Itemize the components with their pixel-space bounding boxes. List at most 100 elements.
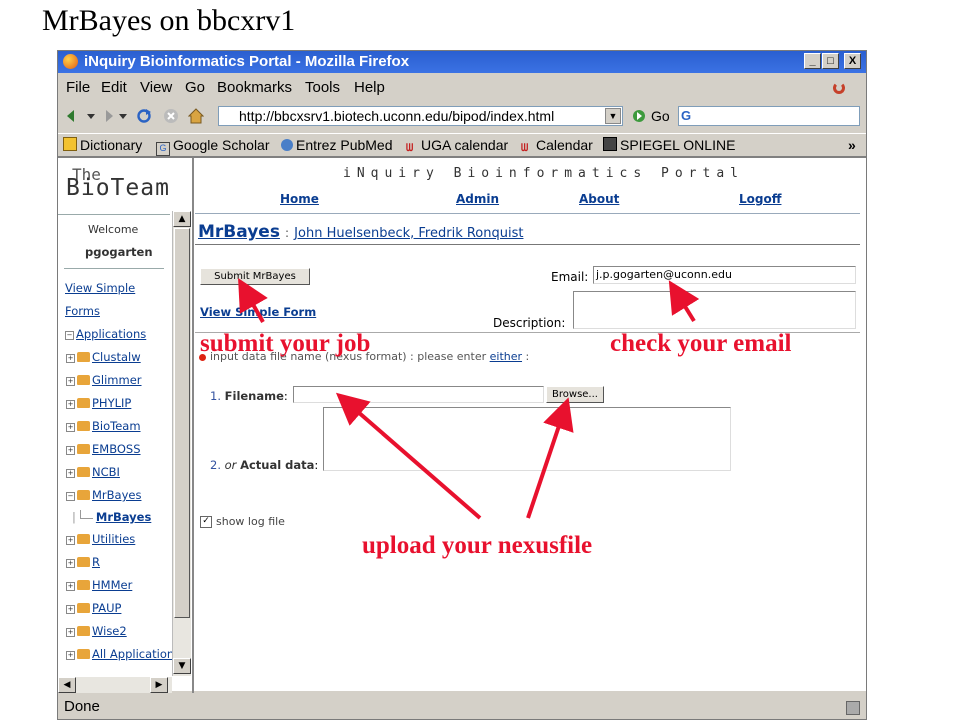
- folder-icon: [77, 557, 90, 567]
- tool-authors[interactable]: John Huelsenbeck, Fredrik Ronquist: [294, 226, 523, 241]
- tree-item-mrbayes[interactable]: − MrBayes: [66, 488, 141, 504]
- view-simple-link[interactable]: View Simple: [65, 281, 135, 295]
- tree-item[interactable]: + NCBI: [66, 465, 120, 481]
- email-field[interactable]: j.p.gogarten@uconn.edu: [593, 266, 856, 284]
- filename-input[interactable]: [293, 386, 544, 403]
- tree-item[interactable]: + Utilities: [66, 532, 135, 548]
- back-dropdown-icon[interactable]: [86, 108, 96, 124]
- scroll-up-button[interactable]: ▲: [173, 211, 191, 227]
- tool-heading: MrBayes : John Huelsenbeck, Fredrik Ronq…: [198, 222, 523, 242]
- expand-icon[interactable]: +: [66, 605, 75, 614]
- nav-admin[interactable]: Admin: [456, 192, 499, 206]
- forward-icon[interactable]: [100, 108, 116, 124]
- tool-name[interactable]: MrBayes: [198, 222, 280, 242]
- reload-icon[interactable]: [136, 108, 152, 124]
- tree-applications[interactable]: − Applications: [65, 327, 146, 343]
- go-label[interactable]: Go: [651, 108, 670, 124]
- submit-button[interactable]: Submit MrBayes: [200, 268, 310, 285]
- expand-icon[interactable]: +: [66, 559, 75, 568]
- expand-icon[interactable]: +: [66, 469, 75, 478]
- scroll-left-button[interactable]: ◀: [58, 677, 76, 693]
- bookmark-dictionary[interactable]: Dictionary: [63, 137, 142, 153]
- folder-icon: [77, 352, 90, 362]
- description-field[interactable]: [573, 291, 856, 329]
- sidebar-vertical-scrollbar[interactable]: ▲ ▼: [172, 211, 191, 676]
- tree-item[interactable]: + EMBOSS: [66, 442, 141, 458]
- folder-icon: [77, 444, 90, 454]
- nav-logoff[interactable]: Logoff: [739, 192, 781, 206]
- bookmarks-overflow-button[interactable]: »: [848, 137, 856, 153]
- tree-item[interactable]: + PAUP: [66, 601, 121, 617]
- sidebar-horizontal-scrollbar[interactable]: ◀ ▶: [58, 677, 172, 693]
- title-bar: iNquiry Bioinformatics Portal - Mozilla …: [58, 51, 866, 73]
- search-input[interactable]: G: [678, 106, 860, 126]
- bookmark-calendar[interactable]: ᗯ Calendar: [521, 137, 593, 155]
- bookmark-entrez-pubmed[interactable]: Entrez PubMed: [281, 137, 393, 153]
- close-button[interactable]: X: [844, 53, 861, 69]
- nav-home[interactable]: Home: [280, 192, 319, 206]
- expand-icon[interactable]: +: [66, 628, 75, 637]
- tree-item[interactable]: + All Application: [66, 647, 174, 663]
- status-text: Done: [64, 698, 100, 715]
- folder-icon: [77, 626, 90, 636]
- back-icon[interactable]: [64, 108, 80, 124]
- pubmed-icon: [281, 139, 293, 151]
- expand-icon[interactable]: +: [66, 400, 75, 409]
- show-log-checkbox[interactable]: ✓: [200, 516, 212, 528]
- tree-item[interactable]: + R: [66, 555, 100, 571]
- menu-tools[interactable]: Tools: [305, 79, 340, 96]
- tree-item[interactable]: + PHYLIP: [66, 396, 131, 412]
- bookmark-google-scholar[interactable]: G Google Scholar: [156, 137, 270, 156]
- stop-icon[interactable]: [163, 108, 179, 124]
- menu-bookmarks[interactable]: Bookmarks: [217, 79, 292, 96]
- expand-icon[interactable]: +: [66, 651, 75, 660]
- expand-icon[interactable]: +: [66, 582, 75, 591]
- tree-item[interactable]: + BioTeam: [66, 419, 141, 435]
- bookmark-spiegel-online[interactable]: SPIEGEL ONLINE: [603, 137, 735, 153]
- forms-link[interactable]: Forms: [65, 304, 100, 318]
- browse-button[interactable]: Browse...: [546, 386, 604, 403]
- menu-edit[interactable]: Edit: [101, 79, 127, 96]
- expand-icon[interactable]: +: [66, 354, 75, 363]
- tree-item[interactable]: + HMMer: [66, 578, 132, 594]
- tree-item[interactable]: + Wise2: [66, 624, 127, 640]
- collapse-icon[interactable]: −: [66, 492, 75, 501]
- throbber-icon: [833, 82, 845, 94]
- either-link[interactable]: either: [490, 350, 522, 363]
- applications-link[interactable]: Applications: [76, 327, 146, 341]
- url-dropdown-button[interactable]: ▼: [605, 108, 621, 124]
- browser-window: iNquiry Bioinformatics Portal - Mozilla …: [57, 50, 867, 720]
- expand-icon[interactable]: +: [66, 423, 75, 432]
- actual-data-textarea[interactable]: [323, 407, 731, 471]
- tree-child-mrbayes[interactable]: | MrBayes: [72, 510, 151, 526]
- frame-divider: [192, 158, 194, 693]
- sidebar-divider: [64, 268, 164, 269]
- bookmark-uga-calendar[interactable]: ᗯ UGA calendar: [406, 137, 508, 155]
- folder-icon: [77, 580, 90, 590]
- url-field[interactable]: http://bbcxsrv1.biotech.uconn.edu/bipod/…: [218, 106, 623, 126]
- tree-branch-icon: [79, 510, 93, 519]
- username: pgogarten: [85, 245, 153, 259]
- annotation-upload: upload your nexusfile: [362, 532, 593, 559]
- scroll-right-button[interactable]: ▶: [150, 677, 168, 693]
- expand-icon[interactable]: +: [66, 446, 75, 455]
- expand-icon[interactable]: +: [66, 377, 75, 386]
- home-icon[interactable]: [188, 108, 204, 124]
- scroll-thumb[interactable]: [174, 228, 190, 618]
- menu-file[interactable]: File: [66, 79, 90, 96]
- menu-view[interactable]: View: [140, 79, 172, 96]
- minimize-button[interactable]: _: [804, 53, 821, 69]
- tree-item[interactable]: + Clustalw: [66, 350, 141, 366]
- tree-item[interactable]: + Glimmer: [66, 373, 142, 389]
- scroll-down-button[interactable]: ▼: [173, 658, 191, 674]
- go-icon[interactable]: [631, 108, 647, 124]
- view-simple-form-link[interactable]: View Simple Form: [200, 305, 316, 319]
- nav-about[interactable]: About: [579, 192, 619, 206]
- menu-help[interactable]: Help: [354, 79, 385, 96]
- menu-go[interactable]: Go: [185, 79, 205, 96]
- maximize-button[interactable]: □: [822, 53, 839, 69]
- forward-dropdown-icon[interactable]: [118, 108, 128, 124]
- bookmarks-toolbar: Dictionary G Google Scholar Entrez PubMed…: [58, 133, 866, 156]
- expand-icon[interactable]: +: [66, 536, 75, 545]
- collapse-icon[interactable]: −: [65, 331, 74, 340]
